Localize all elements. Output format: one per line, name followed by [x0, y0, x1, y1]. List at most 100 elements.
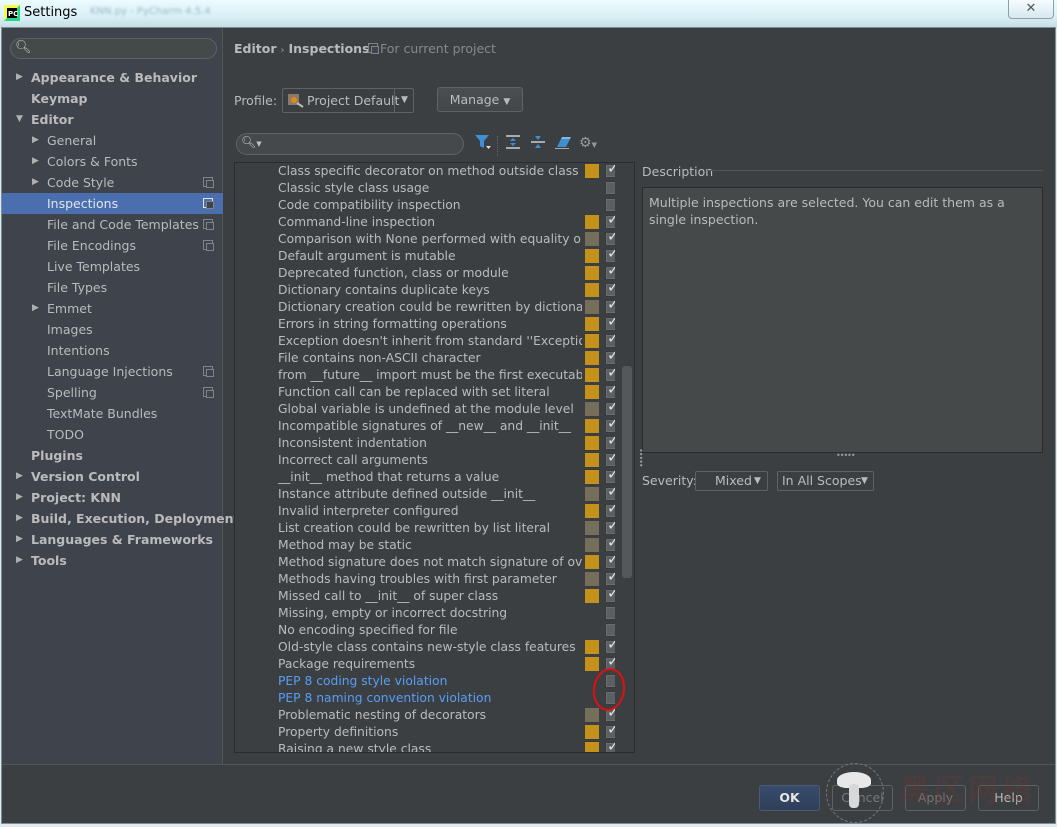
- inspection-enabled-checkbox[interactable]: [605, 401, 615, 416]
- reset-eraser-icon[interactable]: [555, 135, 571, 153]
- inspection-row[interactable]: Method may be static: [235, 537, 615, 554]
- inspection-enabled-checkbox[interactable]: [605, 469, 615, 484]
- sidebar-item-project-knn[interactable]: ▶ Project: KNN: [16, 487, 121, 508]
- inspection-row[interactable]: Missing, empty or incorrect docstring: [235, 605, 615, 622]
- collapsed-arrow-icon[interactable]: ▶: [32, 130, 39, 151]
- sidebar-item-version-control[interactable]: ▶ Version Control: [16, 466, 140, 487]
- inspection-row[interactable]: Methods having troubles with first param…: [235, 571, 615, 588]
- inspection-enabled-checkbox[interactable]: [605, 724, 615, 739]
- inspection-enabled-checkbox[interactable]: [605, 384, 615, 399]
- inspection-row[interactable]: PEP 8 naming convention violation: [235, 690, 615, 707]
- inspection-row[interactable]: Default argument is mutable: [235, 248, 615, 265]
- resize-grip-vertical[interactable]: •••••: [636, 448, 645, 467]
- inspection-row[interactable]: from __future__ import must be the first…: [235, 367, 615, 384]
- inspection-row[interactable]: Comparison with None performed with equa…: [235, 231, 615, 248]
- inspection-enabled-checkbox[interactable]: [605, 231, 615, 246]
- inspection-enabled-checkbox[interactable]: [605, 299, 615, 314]
- collapsed-arrow-icon[interactable]: ▶: [16, 67, 23, 88]
- inspection-row[interactable]: Function call can be replaced with set l…: [235, 384, 615, 401]
- inspection-enabled-checkbox[interactable]: [605, 350, 615, 365]
- collapsed-arrow-icon[interactable]: ▶: [16, 487, 23, 508]
- sidebar-item-emmet[interactable]: ▶ Emmet: [32, 298, 92, 319]
- inspection-row[interactable]: Problematic nesting of decorators: [235, 707, 615, 724]
- sidebar-item-file-and-code-templates[interactable]: File and Code Templates: [47, 214, 199, 235]
- inspection-enabled-checkbox[interactable]: [605, 435, 615, 450]
- inspection-enabled-checkbox[interactable]: [605, 606, 615, 620]
- manage-button[interactable]: Manage ▼: [437, 87, 523, 112]
- inspection-row[interactable]: Inconsistent indentation: [235, 435, 615, 452]
- sidebar-item-editor[interactable]: ▼ Editor: [16, 109, 74, 130]
- collapsed-arrow-icon[interactable]: ▶: [32, 172, 39, 193]
- sidebar-item-colors-fonts[interactable]: ▶ Colors & Fonts: [32, 151, 138, 172]
- inspection-enabled-checkbox[interactable]: [605, 537, 615, 552]
- inspection-row[interactable]: Incorrect call arguments: [235, 452, 615, 469]
- inspection-enabled-checkbox[interactable]: [605, 214, 615, 229]
- inspection-row[interactable]: Classic style class usage: [235, 180, 615, 197]
- inspection-row[interactable]: __init__ method that returns a value: [235, 469, 615, 486]
- inspection-enabled-checkbox[interactable]: [605, 333, 615, 348]
- sidebar-item-general[interactable]: ▶ General: [32, 130, 96, 151]
- ok-button[interactable]: OK: [759, 785, 820, 811]
- collapsed-arrow-icon[interactable]: ▶: [16, 550, 23, 571]
- expanded-arrow-icon[interactable]: ▼: [16, 109, 23, 130]
- expand-all-icon[interactable]: [506, 135, 520, 153]
- profile-dropdown[interactable]: Project Default ▼: [282, 88, 414, 113]
- inspection-row[interactable]: Invalid interpreter configured: [235, 503, 615, 520]
- sidebar-item-languages-frameworks[interactable]: ▶ Languages & Frameworks: [16, 529, 213, 550]
- resize-grip-horizontal[interactable]: •••••: [836, 451, 856, 460]
- inspection-enabled-checkbox[interactable]: [605, 554, 615, 569]
- inspection-enabled-checkbox[interactable]: [605, 639, 615, 654]
- sidebar-item-plugins[interactable]: Plugins: [31, 445, 83, 466]
- collapsed-arrow-icon[interactable]: ▶: [16, 529, 23, 550]
- sidebar-item-keymap[interactable]: Keymap: [31, 88, 88, 109]
- inspection-row[interactable]: Instance attribute defined outside __ini…: [235, 486, 615, 503]
- inspection-row[interactable]: File contains non-ASCII character: [235, 350, 615, 367]
- inspection-row[interactable]: Deprecated function, class or module: [235, 265, 615, 282]
- inspection-row[interactable]: No encoding specified for file: [235, 622, 615, 639]
- sidebar-item-code-style[interactable]: ▶ Code Style: [32, 172, 114, 193]
- inspection-enabled-checkbox[interactable]: [605, 418, 615, 433]
- inspection-row[interactable]: Incompatible signatures of __new__ and _…: [235, 418, 615, 435]
- sidebar-item-todo[interactable]: TODO: [47, 424, 84, 445]
- collapsed-arrow-icon[interactable]: ▶: [16, 508, 23, 529]
- sidebar-item-tools[interactable]: ▶ Tools: [16, 550, 67, 571]
- inspection-row[interactable]: Command-line inspection: [235, 214, 615, 231]
- inspection-search-input[interactable]: 🔍︎▼: [236, 133, 464, 155]
- sidebar-item-language-injections[interactable]: Language Injections: [47, 361, 173, 382]
- inspection-enabled-checkbox[interactable]: [605, 367, 615, 382]
- breadcrumb-editor[interactable]: Editor: [234, 41, 277, 56]
- inspection-enabled-checkbox[interactable]: [605, 248, 615, 263]
- collapsed-arrow-icon[interactable]: ▶: [32, 151, 39, 172]
- inspection-enabled-checkbox[interactable]: [605, 198, 615, 212]
- inspection-row[interactable]: Errors in string formatting operations: [235, 316, 615, 333]
- inspection-enabled-checkbox[interactable]: [605, 282, 615, 297]
- sidebar-item-appearance-behavior[interactable]: ▶ Appearance & Behavior: [16, 67, 197, 88]
- inspection-enabled-checkbox[interactable]: [605, 520, 615, 535]
- filter-icon[interactable]: [475, 135, 491, 153]
- inspection-row[interactable]: Dictionary creation could be rewritten b…: [235, 299, 615, 316]
- inspection-row[interactable]: Old-style class contains new-style class…: [235, 639, 615, 656]
- inspection-row[interactable]: Exception doesn't inherit from standard …: [235, 333, 615, 350]
- inspection-enabled-checkbox[interactable]: [605, 571, 615, 586]
- inspection-enabled-checkbox[interactable]: [605, 452, 615, 467]
- scope-dropdown[interactable]: In All Scopes ▼: [777, 471, 874, 491]
- sidebar-item-file-encodings[interactable]: File Encodings: [47, 235, 136, 256]
- sidebar-item-images[interactable]: Images: [47, 319, 93, 340]
- inspection-row[interactable]: List creation could be rewritten by list…: [235, 520, 615, 537]
- inspection-row[interactable]: Global variable is undefined at the modu…: [235, 401, 615, 418]
- settings-gear-icon[interactable]: ⚙▼: [579, 135, 597, 151]
- inspection-enabled-checkbox[interactable]: [605, 503, 615, 518]
- inspection-enabled-checkbox[interactable]: [605, 265, 615, 280]
- inspection-row[interactable]: Missed call to __init__ of super class: [235, 588, 615, 605]
- inspection-row[interactable]: Class specific decorator on method outsi…: [235, 163, 615, 180]
- inspection-row[interactable]: Raising a new style class: [235, 741, 615, 752]
- severity-dropdown[interactable]: Mixed ▼: [695, 471, 768, 491]
- sidebar-search-input[interactable]: 🔍︎: [10, 38, 217, 59]
- inspection-row[interactable]: Dictionary contains duplicate keys: [235, 282, 615, 299]
- inspections-scrollbar[interactable]: [622, 366, 632, 578]
- sidebar-item-spelling[interactable]: Spelling: [47, 382, 97, 403]
- sidebar-item-live-templates[interactable]: Live Templates: [47, 256, 140, 277]
- inspection-enabled-checkbox[interactable]: [605, 486, 615, 501]
- sidebar-item-intentions[interactable]: Intentions: [47, 340, 110, 361]
- inspection-enabled-checkbox[interactable]: [605, 588, 615, 603]
